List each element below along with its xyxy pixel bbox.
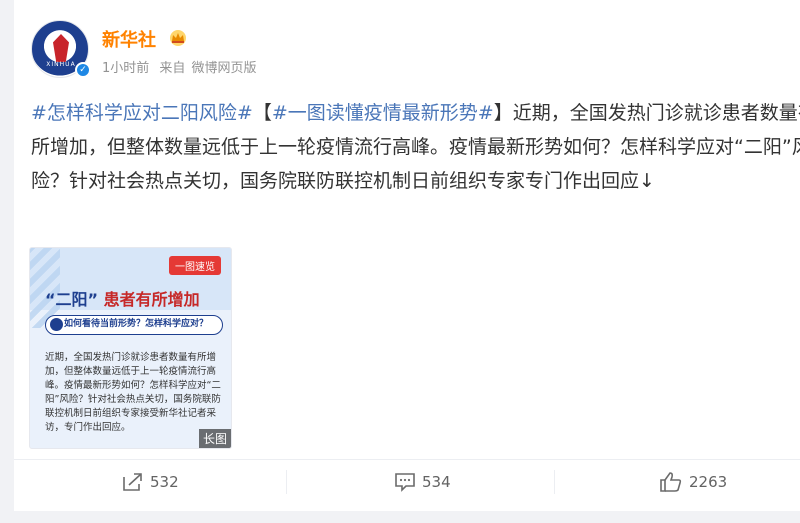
verified-badge-icon: ✓: [75, 62, 91, 78]
image-headline-quote: “二阳”: [45, 290, 99, 309]
logo-mark-icon: [53, 34, 69, 62]
image-headline: “二阳” 患者有所增加: [45, 286, 200, 310]
share-arrow-icon: [123, 473, 142, 491]
bracket-close: 】: [493, 102, 513, 124]
thumbs-up-icon: [660, 472, 682, 492]
like-count: 2263: [689, 473, 728, 491]
action-separator: [554, 470, 555, 494]
image-headline-rest: 患者有所增加: [103, 290, 200, 309]
like-button[interactable]: 2263: [659, 468, 727, 496]
question-icon: [50, 318, 63, 331]
bracket-open: 【: [252, 102, 272, 124]
image-badge: 一图速览: [169, 256, 221, 275]
image-paragraph: 近期，全国发热门诊就诊患者数量有所增加，但整体数量远低于上一轮疫情流行高峰。疫情…: [45, 352, 221, 433]
comment-count: 534: [422, 473, 451, 491]
long-image-label: 长图: [198, 429, 231, 448]
comment-button[interactable]: 534: [394, 468, 451, 496]
post-source[interactable]: 微博网页版: [191, 61, 256, 76]
comment-bubble-icon: [395, 473, 415, 492]
post-time[interactable]: 1小时前: [102, 61, 149, 76]
source-prefix: 来自: [159, 61, 186, 76]
post-meta: 1小时前 来自 微博网页版: [102, 57, 262, 76]
crown-icon[interactable]: [168, 29, 188, 47]
repost-button[interactable]: 532: [122, 468, 179, 496]
topic-link-1[interactable]: #怎样科学应对二阳风险#: [31, 102, 253, 124]
image-question: 如何看待当前形势？怎样科学应对？: [64, 319, 209, 329]
post-image[interactable]: 一图速览 “二阳” 患者有所增加 如何看待当前形势？怎样科学应对？ 近期，全国发…: [29, 247, 232, 449]
action-separator: [286, 470, 287, 494]
post-body: #怎样科学应对二阳风险#【#一图读懂疫情最新形势#】近期，全国发热门诊就诊患者数…: [31, 96, 800, 198]
feed-gap: [14, 511, 800, 523]
action-divider: [14, 459, 800, 460]
post-card: XINHUA ✓ 新华社 1小时前 来自 微博网页版 #怎样科学应对二阳风险#【#…: [14, 0, 800, 523]
image-question-bar: 如何看待当前形势？怎样科学应对？: [45, 315, 223, 335]
repost-count: 532: [150, 473, 179, 491]
topic-link-2[interactable]: #一图读懂疫情最新形势#: [272, 102, 494, 124]
author-name[interactable]: 新华社: [102, 26, 156, 52]
